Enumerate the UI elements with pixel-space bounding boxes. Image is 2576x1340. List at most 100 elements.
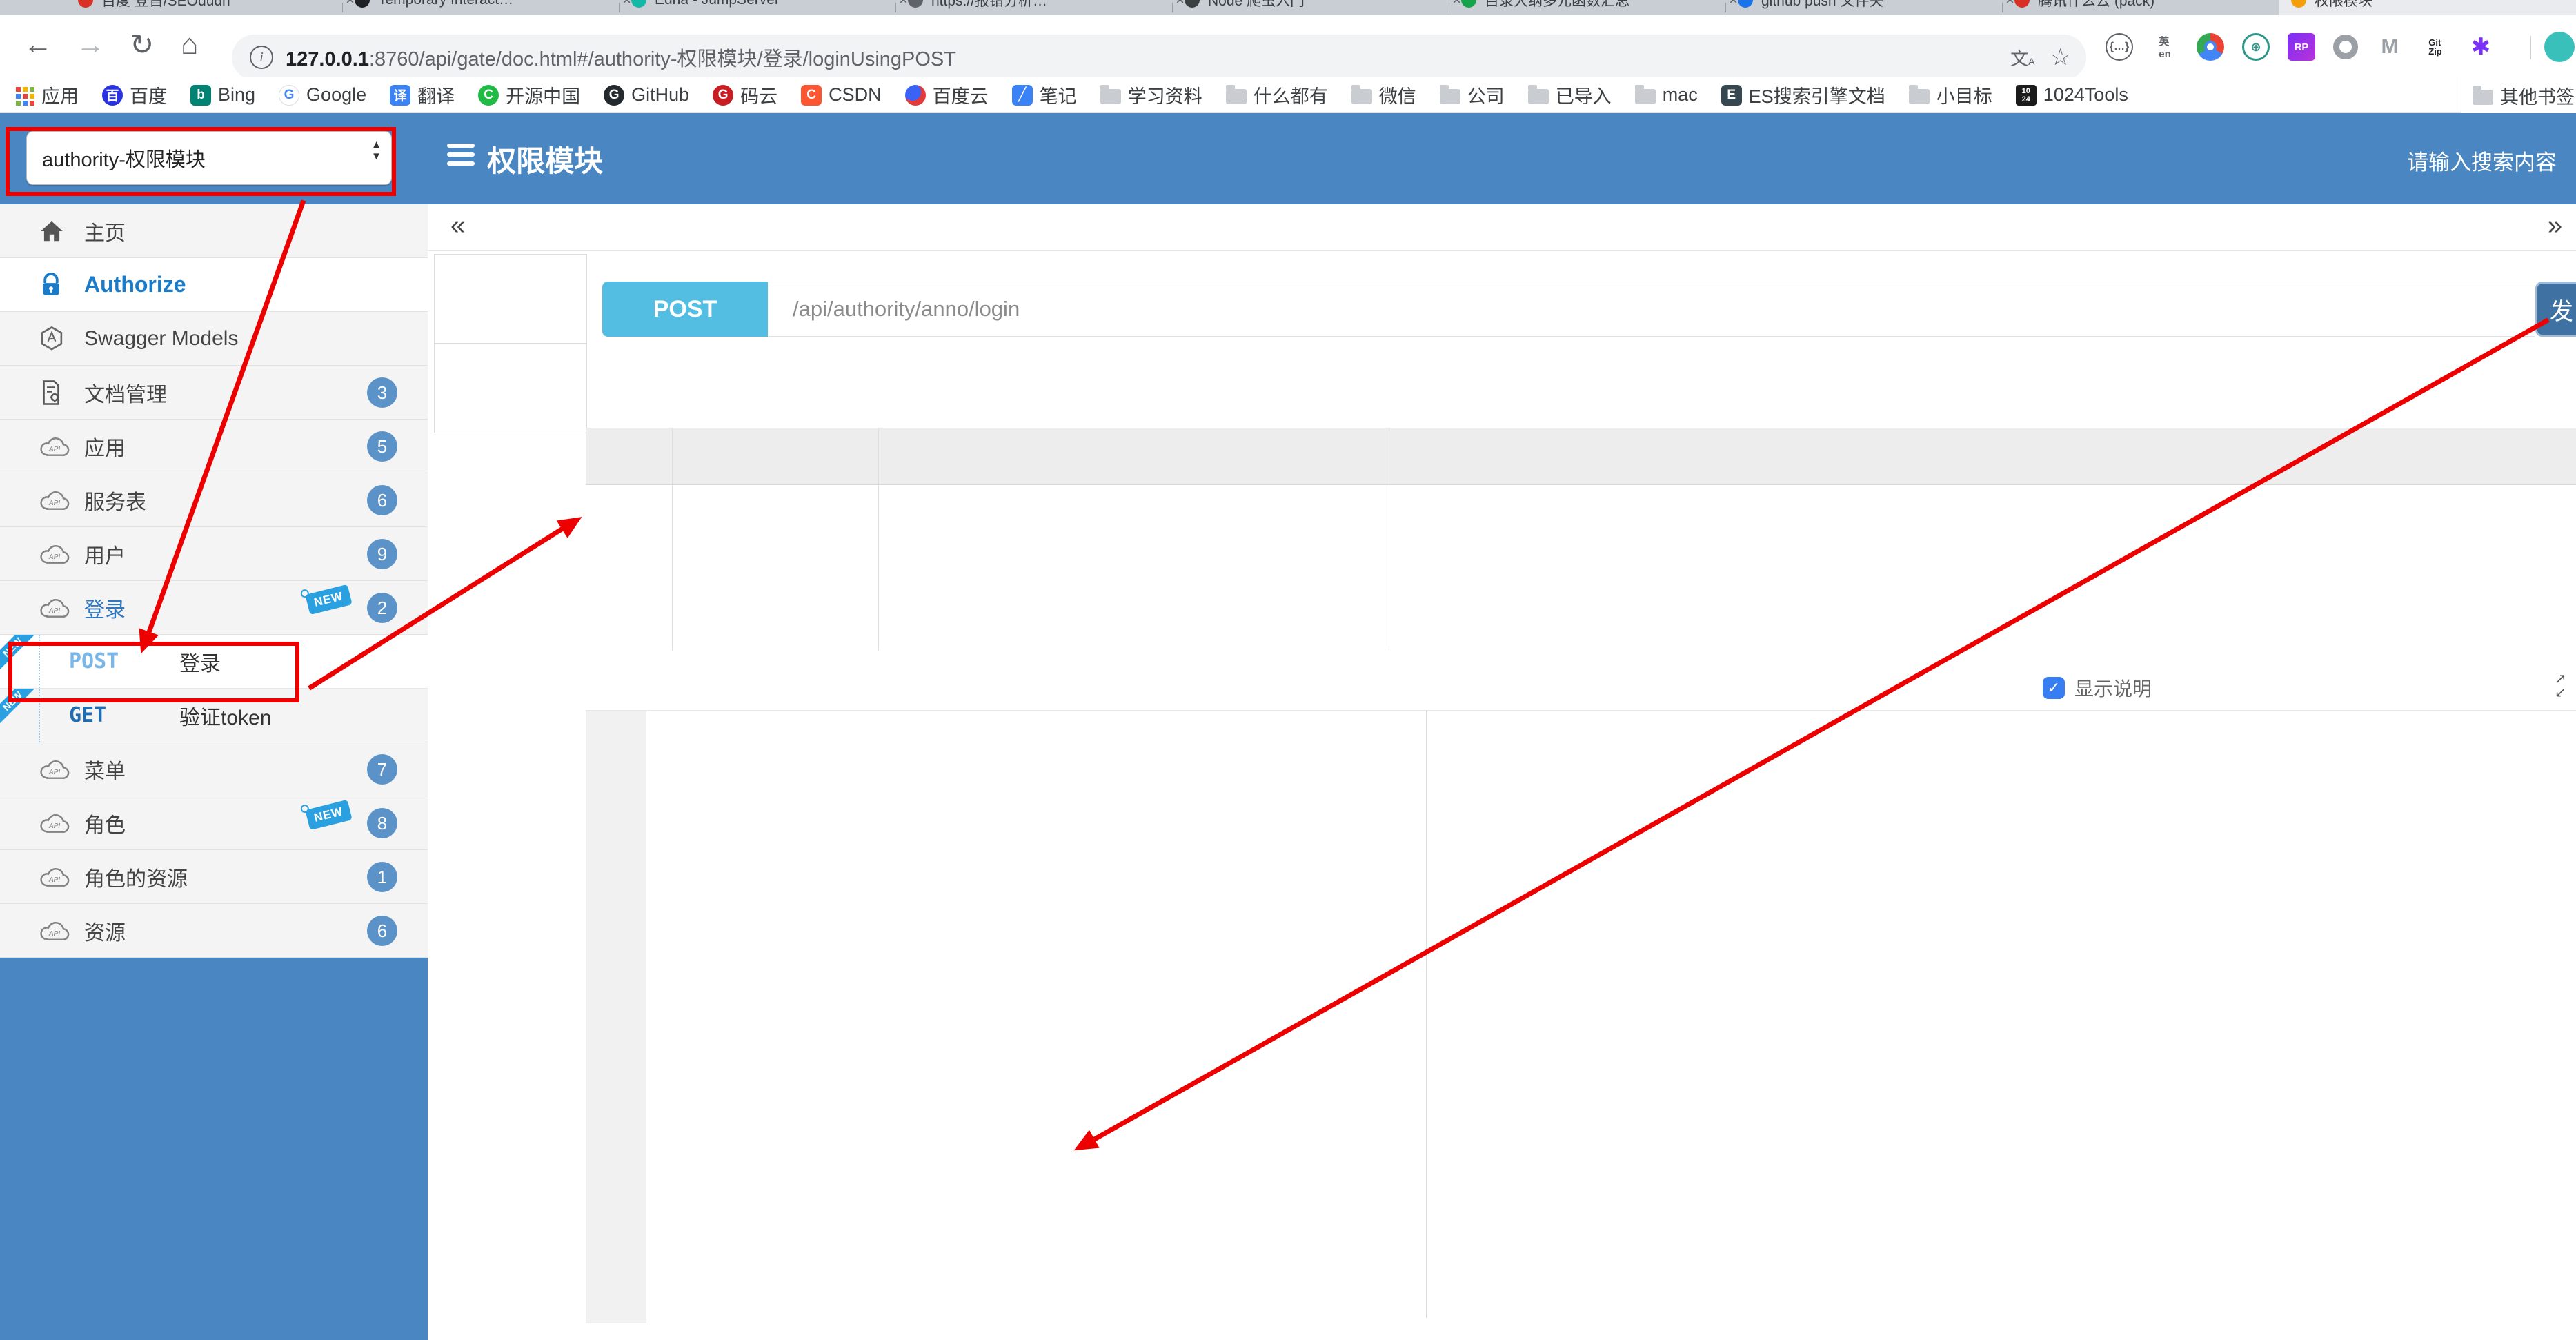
sidebar-item-label: 应用 [84, 437, 126, 460]
bookmark-item[interactable]: G 码云 [713, 81, 777, 108]
browser-tab[interactable]: 腾讯什么云 (pack)× [2002, 0, 2303, 15]
tab-title: 权限模块 [2315, 0, 2372, 9]
menu-icon[interactable] [447, 144, 475, 170]
site-info-icon[interactable]: i [250, 46, 273, 69]
browser-tab[interactable]: https://报错分析…× [895, 0, 1197, 15]
tab-debug[interactable] [434, 344, 587, 433]
sidebar-item-角色的资源[interactable]: API 角色的资源 1 [0, 850, 428, 904]
gitzip-extension-icon[interactable]: Git Zip [2421, 33, 2449, 61]
count-badge: 2 [367, 593, 397, 623]
sidebar-item-主页[interactable]: 主页 [0, 204, 428, 258]
reload-icon[interactable]: ↻ [130, 28, 154, 61]
rp-extension-icon[interactable]: RP [2288, 33, 2315, 61]
bookmark-item[interactable]: 微信 [1351, 81, 1416, 108]
forward-icon[interactable]: → [76, 28, 105, 61]
mgray-extension-icon[interactable]: M [2376, 33, 2404, 61]
bookmark-item[interactable]: C CSDN [801, 84, 882, 106]
back-icon[interactable]: ← [23, 28, 52, 61]
bookmark-label: ES搜索引擎文档 [1748, 86, 1885, 107]
bookmark-item[interactable]: 译翻译 [390, 81, 455, 108]
browser-tab[interactable]: 权限模块× [2279, 0, 2576, 15]
browser-tab[interactable]: github push 文件夹× [1725, 0, 2027, 15]
bookmark-item[interactable]: C 开源中国 [478, 81, 580, 108]
browser-tab[interactable]: 目录大纲多元函数汇总× [1449, 0, 1750, 15]
send-button[interactable]: 发 [2535, 282, 2576, 337]
lock-icon [39, 272, 84, 298]
cloud-api-icon: API [39, 811, 84, 835]
bookmark-item[interactable]: 什么都有 [1225, 81, 1328, 108]
count-badge: 1 [367, 862, 397, 892]
bookmark-label: 微信 [1378, 86, 1416, 107]
bookmark-item[interactable]: mac [1634, 84, 1698, 106]
sidebar-item-资源[interactable]: API 资源 6 [0, 904, 428, 958]
bookmark-item[interactable]: 百百度 [102, 81, 167, 108]
bookmark-label: 百度云 [932, 86, 989, 107]
expand-icon[interactable]: ↗ ↙ [2555, 672, 2576, 702]
url-text[interactable]: 127.0.0.1:8760/api/gate/doc.html#/author… [286, 43, 2010, 72]
browser-tab[interactable]: Temporary Interact…× [342, 0, 644, 15]
sidebar-item-服务表[interactable]: API 服务表 6 [0, 473, 428, 527]
count-badge: 6 [367, 485, 397, 515]
svg-text:API: API [48, 929, 61, 937]
bookmark-item[interactable]: b Bing [190, 84, 255, 106]
bookmark-favicon: G [279, 84, 300, 106]
bookmark-star-icon[interactable]: ☆ [2050, 43, 2071, 71]
bookmark-item[interactable]: 公司 [1439, 81, 1505, 108]
bookmark-label: 小目标 [1936, 86, 1992, 107]
collapse-right-icon[interactable]: » [2548, 211, 2562, 241]
svg-text:API: API [48, 822, 61, 829]
profile-avatar[interactable] [2544, 32, 2575, 62]
bookmark-item[interactable]: G Google [279, 84, 366, 106]
browser-tab[interactable]: Edna - JumpServer× [619, 0, 920, 15]
bookmark-item[interactable]: 应用 [14, 81, 79, 108]
svg-text:API: API [48, 607, 61, 614]
sidebar-item-用户[interactable]: API 用户 9 [0, 527, 428, 581]
bookmark-item[interactable]: 已导入 [1527, 81, 1612, 108]
show-desc-label: 显示说明 [2074, 678, 2152, 700]
tab-title: 百度 登首/SEOdudn [101, 0, 230, 9]
tab-document[interactable] [434, 254, 587, 344]
sidebar-item-角色[interactable]: API 角色 NEW 8 [0, 796, 428, 850]
folder-icon [1351, 85, 1372, 104]
bookmark-item[interactable]: 学习资料 [1100, 81, 1202, 108]
request-path[interactable]: /api/authority/anno/login [768, 282, 2535, 337]
bookmark-item[interactable]: 10 24 1024Tools [2015, 84, 2128, 106]
sidebar-item-菜单[interactable]: API 菜单 7 [0, 742, 428, 796]
count-badge: 7 [367, 754, 397, 785]
globe-extension-icon[interactable]: ⊕ [2242, 33, 2270, 61]
count-badge: 8 [367, 808, 397, 838]
browser-tab[interactable]: Node 爬虫入门× [1172, 0, 1474, 15]
extensions-row: {…} 英 en ⊕ RP M Git Zip ✱ [2106, 33, 2495, 61]
show-desc-checkbox[interactable]: ✓ [2043, 677, 2065, 699]
bookmark-item[interactable]: G GitHub [604, 84, 689, 106]
sidebar-item-Authorize[interactable]: Authorize [0, 258, 428, 312]
home-icon[interactable]: ⌂ [181, 28, 198, 61]
braces-extension-icon[interactable]: {…} [2106, 33, 2133, 61]
tab-favicon [631, 0, 646, 8]
code-desc-divider [1426, 711, 1427, 1318]
chrome-extension-icon[interactable] [2197, 33, 2224, 61]
translate-icon[interactable]: 文A [2010, 45, 2034, 70]
bookmark-item[interactable]: 百度云 [904, 81, 989, 108]
browser-tab[interactable]: 百度 登首/SEOdudn× [66, 0, 367, 15]
ringo-extension-icon[interactable] [2333, 35, 2358, 59]
bookmark-item[interactable]: E ES搜索引擎文档 [1721, 81, 1885, 108]
aster-extension-icon[interactable]: ✱ [2467, 33, 2495, 61]
bookmark-item[interactable]: ╱ 笔记 [1011, 81, 1077, 108]
sidebar-item-登录[interactable]: API 登录 NEW 2 [0, 581, 428, 635]
bookmark-favicon: ╱ [1011, 84, 1033, 106]
tab-separator [1725, 3, 1726, 12]
collapse-left-icon[interactable]: « [450, 211, 465, 241]
bookmark-item[interactable]: 小目标 [1908, 81, 1992, 108]
op-method: GET [69, 703, 107, 727]
new-badge: NEW [305, 584, 353, 615]
sidebar-item-文档管理[interactable]: 文档管理 3 [0, 366, 428, 420]
sidebar-item-Swagger Models[interactable]: Swagger Models [0, 312, 428, 366]
enpen-extension-icon[interactable]: 英 en [2151, 33, 2179, 61]
module-search-input[interactable]: 请输入搜索内容 [2407, 145, 2557, 176]
folder-icon [2473, 85, 2493, 105]
bookmarks-overflow[interactable]: 其他书签 [2461, 77, 2576, 113]
cloud-api-icon: API [39, 865, 84, 889]
tab-favicon [1738, 0, 1753, 8]
address-bar[interactable]: i 127.0.0.1:8760/api/gate/doc.html#/auth… [232, 35, 2086, 80]
